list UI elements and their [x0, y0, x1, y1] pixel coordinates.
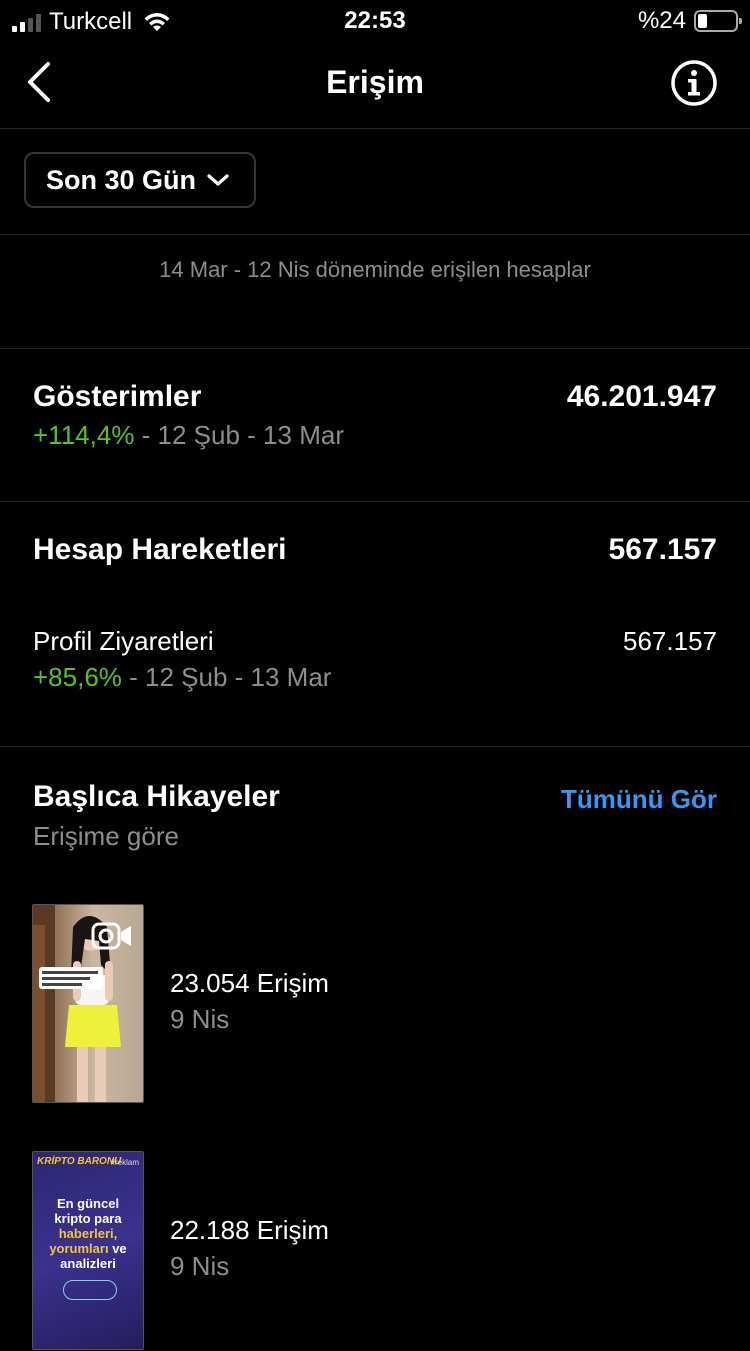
period-text: 14 Mar - 12 Nis döneminde erişilen hesap… [159, 257, 591, 282]
story-item[interactable]: KRİPTO BARONU #reklam En güncel kripto p… [0, 1151, 750, 1351]
story-reach: 22.188 Erişim [170, 1215, 329, 1245]
info-circle-icon[interactable] [670, 59, 718, 107]
story-date: 9 Nis [170, 1004, 230, 1034]
account-actions-section: Hesap Hareketleri 567.157 Profil Ziyaret… [0, 502, 750, 747]
top-stories-title: Başlıca Hikayeler [33, 780, 280, 813]
profile-visits-change: +85,6% - 12 Şub - 13 Mar [33, 662, 331, 693]
chevron-down-icon [207, 174, 229, 186]
story-2-line-4: ve [108, 1241, 127, 1256]
battery-icon [694, 10, 742, 32]
impressions-compare-range: - 12 Şub - 13 Mar [134, 420, 344, 450]
date-range-label: Son 30 Gün [46, 164, 197, 195]
story-2-logo: KRİPTO BARONU [37, 1156, 122, 1167]
profile-visits-title: Profil Ziyaretleri [33, 626, 214, 656]
battery-percent: %24 [637, 7, 686, 34]
story-2-line-5: analizleri [60, 1256, 116, 1271]
profile-visits-compare-range: - 12 Şub - 13 Mar [121, 662, 332, 692]
see-all-link[interactable]: Tümünü Gör [561, 784, 717, 815]
nav-bar: Erişim [0, 40, 750, 129]
top-stories-subtitle: Erişime göre [33, 821, 179, 851]
top-stories-header: Başlıca Hikayeler Erişime göre Tümünü Gö… [0, 747, 750, 887]
filter-row: Son 30 Gün [0, 129, 750, 235]
impressions-change: +114,4% - 12 Şub - 13 Mar [33, 420, 344, 451]
impressions-title: Gösterimler [33, 380, 202, 413]
profile-visits-value: 567.157 [623, 626, 717, 656]
account-actions-value: 567.157 [608, 533, 717, 566]
story-thumbnail[interactable] [32, 904, 144, 1103]
page-title: Erişim [326, 64, 424, 100]
status-right: %24 [637, 7, 742, 35]
story-date: 9 Nis [170, 1251, 230, 1281]
status-bar: Turkcell 22:53 %24 [0, 0, 750, 40]
story-2-line-2: haberleri, [58, 1226, 118, 1241]
story-thumbnail[interactable]: KRİPTO BARONU #reklam En güncel kripto p… [32, 1151, 144, 1350]
period-section: 14 Mar - 12 Nis döneminde erişilen hesap… [0, 235, 750, 349]
profile-visits-change-percent: +85,6% [33, 662, 122, 692]
date-range-dropdown[interactable]: Son 30 Gün [24, 152, 256, 208]
story-2-tag: #reklam [110, 1158, 139, 1167]
story-2-line-1: En güncel kripto para [54, 1196, 122, 1226]
account-actions-title: Hesap Hareketleri [33, 533, 287, 566]
story-item[interactable]: 23.054 Erişim 9 Nis [0, 904, 750, 1104]
story-2-headline: En güncel kripto para haberleri, yorumla… [39, 1196, 137, 1271]
story-2-line-3: yorumları [49, 1241, 109, 1256]
impressions-change-percent: +114,4% [33, 420, 135, 450]
video-camera-icon [91, 922, 131, 950]
story-2-pill [63, 1280, 117, 1300]
story-reach: 23.054 Erişim [170, 968, 329, 998]
impressions-section: Gösterimler 46.201.947 +114,4% - 12 Şub … [0, 349, 750, 502]
impressions-value: 46.201.947 [566, 380, 717, 413]
